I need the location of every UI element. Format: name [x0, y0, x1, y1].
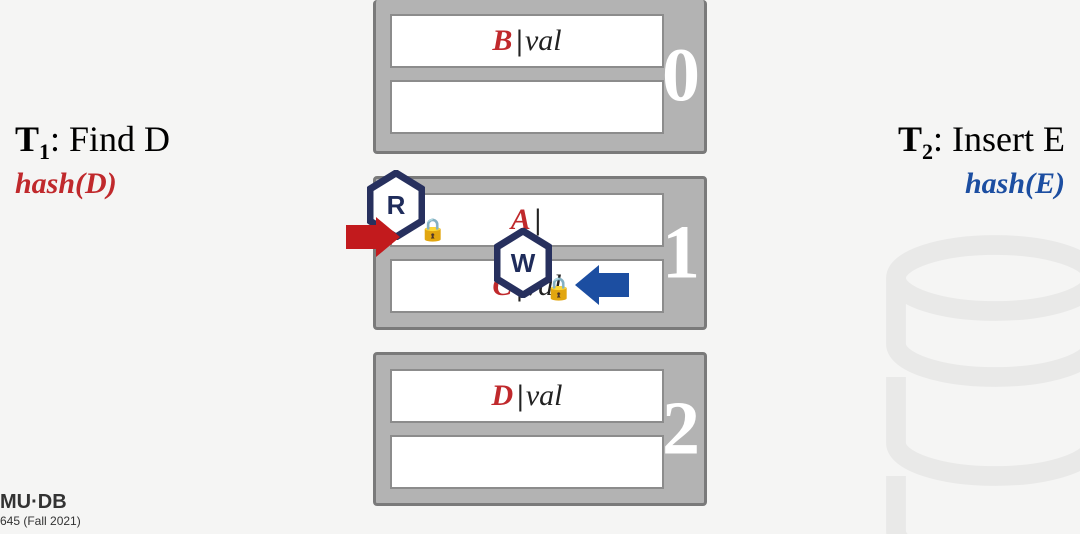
thread-right-id: T: [898, 119, 922, 159]
bucket-1: 1 A| C|val: [373, 176, 707, 330]
slot-empty: [390, 435, 664, 489]
hash-table: 0 B|val 1 A| C|val 2 D|val: [373, 0, 707, 528]
bucket-index: 2: [662, 386, 700, 473]
bucket-index: 1: [662, 210, 700, 297]
footer-brand: MU·DB: [0, 491, 81, 514]
footer-course: 645 (Fall 2021): [0, 514, 81, 528]
footer: MU·DB 645 (Fall 2021): [0, 491, 81, 528]
slot: D|val: [390, 369, 664, 423]
bucket-2: 2 D|val: [373, 352, 707, 506]
slot: A|: [390, 193, 664, 247]
slot: B|val: [390, 14, 664, 68]
thread-left-id: T: [15, 119, 39, 159]
thread-right-hash: hash(E): [805, 167, 1065, 201]
bucket-index: 0: [662, 32, 700, 119]
slot-empty: [390, 80, 664, 134]
thread-left: T1: Find D hash(D): [15, 118, 275, 201]
db-watermark: [880, 234, 1080, 534]
thread-left-hash: hash(D): [15, 167, 275, 201]
thread-right: T2: Insert E hash(E): [805, 118, 1065, 201]
slot: C|val: [390, 259, 664, 313]
bucket-0: 0 B|val: [373, 0, 707, 154]
